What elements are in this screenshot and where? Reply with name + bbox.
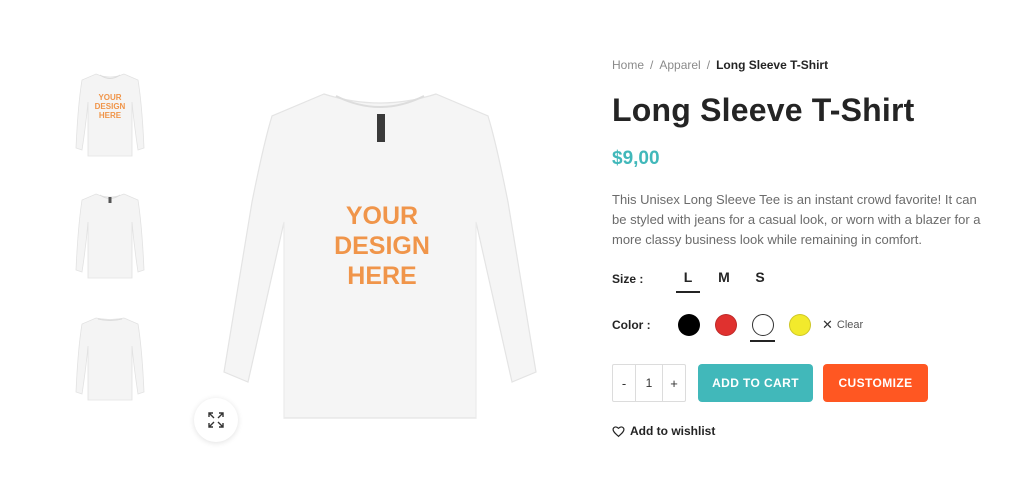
thumbnail-back-plain[interactable] [56, 306, 164, 410]
zoom-button[interactable] [194, 398, 238, 442]
swatch-fill [751, 314, 774, 336]
customize-button[interactable]: CUSTOMIZE [823, 364, 928, 402]
swatch-fill [677, 314, 700, 336]
thumb-print-line-1: YOUR [98, 93, 121, 102]
size-option-s[interactable]: S [742, 269, 778, 289]
clear-label: Clear [836, 319, 864, 331]
breadcrumb-separator: / [650, 58, 654, 72]
shirt-front-plain-image [75, 193, 145, 279]
thumbnail-front-print[interactable]: YOUR DESIGN HERE [56, 62, 164, 166]
wishlist-label: Add to wishlist [630, 424, 716, 438]
main-product-image[interactable]: YOUR DESIGN HERE [196, 72, 564, 432]
shirt-front-image: YOUR DESIGN HERE [75, 73, 145, 157]
shirt-back-image [75, 317, 145, 401]
quantity-decrease-button[interactable]: - [613, 365, 635, 401]
product-title: Long Sleeve T-Shirt [612, 92, 915, 128]
add-to-wishlist-link[interactable]: Add to wishlist [612, 424, 715, 438]
print-line-2: DESIGN [334, 232, 430, 260]
swatch-fill [788, 314, 811, 336]
product-description: This Unisex Long Sleeve Tee is an instan… [612, 192, 981, 247]
quantity-increase-button[interactable]: + [663, 365, 685, 401]
breadcrumb-apparel[interactable]: Apparel [659, 58, 700, 72]
quantity-stepper: - + [612, 364, 686, 402]
expand-icon [208, 412, 224, 428]
add-to-cart-button[interactable]: ADD TO CART [698, 364, 813, 402]
breadcrumb-home[interactable]: Home [612, 58, 644, 72]
color-swatch-black[interactable] [670, 311, 707, 339]
color-selector: Color : ✕ Clear [612, 311, 863, 342]
thumb-print-line-3: HERE [99, 111, 122, 120]
quantity-input[interactable] [635, 365, 663, 401]
color-swatch-yellow[interactable] [781, 311, 818, 339]
color-label: Color : [612, 318, 651, 332]
print-line-1: YOUR [346, 202, 418, 230]
close-icon: ✕ [822, 317, 833, 332]
thumbnail-front-plain[interactable] [56, 184, 164, 288]
breadcrumb-current: Long Sleeve T-Shirt [716, 58, 829, 72]
print-line-3: HERE [347, 262, 416, 290]
breadcrumb-separator: / [706, 58, 711, 72]
size-option-l[interactable]: L [670, 269, 706, 293]
color-swatch-red[interactable] [707, 311, 744, 339]
thumb-print-line-2: DESIGN [95, 102, 126, 111]
clear-selection-link[interactable]: ✕ Clear [822, 317, 863, 333]
thumbnail-gallery: YOUR DESIGN HERE [56, 62, 164, 428]
color-swatch-white[interactable] [744, 311, 781, 342]
heart-icon [612, 425, 625, 437]
breadcrumb: Home / Apparel / Long Sleeve T-Shirt [612, 58, 828, 72]
swatch-fill [714, 314, 737, 336]
product-price: $9,00 [612, 148, 660, 169]
shirt-main-image: YOUR DESIGN HERE [223, 93, 537, 419]
size-selector: Size : L M S [612, 265, 778, 293]
size-label: Size : [612, 272, 644, 286]
add-to-cart-row: - + ADD TO CART CUSTOMIZE [612, 364, 928, 402]
size-option-m[interactable]: M [706, 269, 742, 289]
